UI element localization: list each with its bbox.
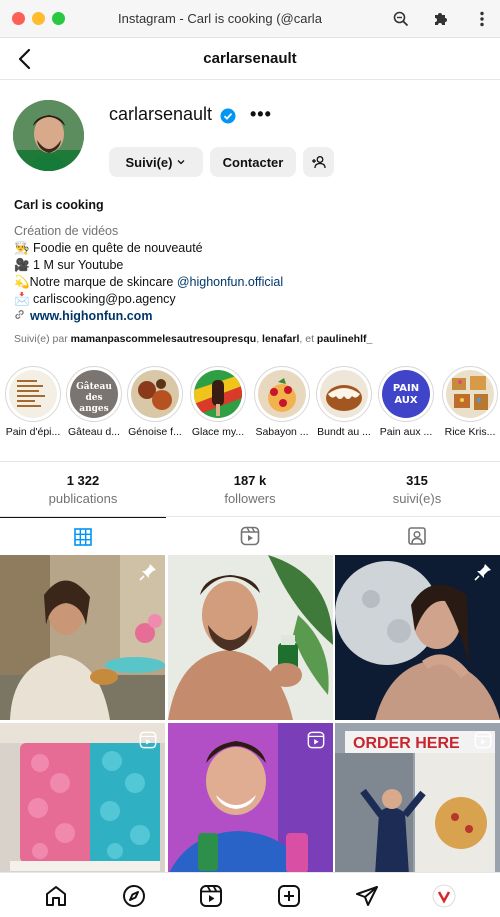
add-user-icon	[311, 156, 326, 169]
stat-value: 1 322	[66, 473, 100, 488]
post-thumbnail[interactable]: ORDER HERE	[335, 723, 500, 888]
highlight-label: Génoise f...	[128, 426, 182, 438]
extensions-icon[interactable]	[430, 9, 450, 29]
header-username: carlarsenault	[203, 50, 297, 67]
highlight-cover	[9, 370, 57, 418]
highlight-label: Bundt au ...	[317, 426, 371, 438]
profile-header: carlarsenault	[0, 38, 500, 80]
profile-category: Création de vidéos	[14, 224, 119, 238]
highlight-item[interactable]: Pain d'épi...	[4, 366, 62, 438]
highlight-item[interactable]: Sabayon ...	[253, 366, 311, 438]
bio-line: 📩 carliscooking@po.agency	[14, 292, 176, 306]
post-thumbnail[interactable]	[168, 555, 333, 720]
bio-line: 🎥 1 M sur Youtube	[14, 258, 124, 272]
follower-name[interactable]: paulinehlf_	[317, 333, 372, 345]
following-count[interactable]: 315 suivi(e)s	[334, 473, 500, 506]
post-thumbnail[interactable]	[0, 723, 165, 888]
reel-icon	[474, 731, 492, 749]
direct-icon[interactable]	[355, 884, 379, 908]
stat-label: publications	[48, 491, 118, 506]
bio-line-text: 💫Notre marque de skincare	[14, 275, 177, 289]
tab-posts[interactable]	[0, 517, 166, 555]
highlight-cover	[446, 370, 494, 418]
highlight-item[interactable]: Bundt au ...	[315, 366, 373, 438]
highlight-label: Pain d'épi...	[5, 426, 61, 438]
explore-icon[interactable]	[122, 884, 146, 908]
followed-by-prefix: Suivi(e) par	[14, 333, 71, 345]
highlight-item[interactable]: Rice Kris...	[441, 366, 499, 438]
reels-icon[interactable]	[199, 884, 223, 908]
highlight-label: Sabayon ...	[255, 426, 309, 438]
profile-display-name: Carl is cooking	[14, 198, 104, 212]
maximize-window-button[interactable]	[52, 12, 65, 25]
followed-by[interactable]: Suivi(e) par mamanpascommelesautresoupre…	[14, 333, 372, 345]
highlight-item[interactable]: Glace my...	[189, 366, 247, 438]
highlight-cover: PAIN AUX	[382, 370, 430, 418]
kebab-menu-icon[interactable]	[472, 9, 492, 29]
profile-avatar[interactable]	[13, 100, 84, 171]
highlight-cover	[194, 370, 242, 418]
stat-value: 315	[406, 473, 428, 488]
verified-badge-icon	[220, 108, 236, 124]
link-icon	[15, 310, 24, 319]
contact-button[interactable]: Contacter	[210, 147, 296, 177]
bio-website[interactable]: www.highonfun.com	[14, 308, 283, 325]
bio-mention-link[interactable]: @highonfun.official	[177, 275, 283, 289]
profile-tabs	[0, 517, 500, 555]
window-title: Instagram - Carl is cooking (@carla	[118, 11, 322, 26]
highlight-cover	[131, 370, 179, 418]
follower-name[interactable]: lenafarl	[262, 333, 299, 345]
pinned-icon	[474, 564, 491, 581]
stat-label: followers	[224, 491, 276, 506]
tagged-icon	[408, 527, 426, 545]
stat-label: suivi(e)s	[392, 491, 442, 506]
post-thumbnail[interactable]	[168, 723, 333, 888]
followers-count[interactable]: 187 k followers	[167, 473, 333, 506]
profile-username: carlarsenault	[109, 104, 213, 124]
bottom-navigation	[0, 872, 500, 917]
follower-name[interactable]: mamanpascommelesautresoupresqu	[71, 333, 257, 345]
highlight-cover	[320, 370, 368, 418]
highlight-item[interactable]: Génoise f...	[126, 366, 184, 438]
window-titlebar: Instagram - Carl is cooking (@carla	[0, 0, 500, 38]
posts-grid-icon	[74, 527, 92, 546]
highlight-item[interactable]: PAIN AUX Pain aux ...	[377, 366, 435, 438]
highlight-cover	[258, 370, 306, 418]
highlight-label: Gâteau d...	[68, 426, 120, 438]
minimize-window-button[interactable]	[32, 12, 45, 25]
website-link[interactable]: www.highonfun.com	[30, 309, 152, 323]
posts-count[interactable]: 1 322 publications	[0, 473, 166, 506]
profile-bio: 👨‍🍳 Foodie en quête de nouveauté 🎥 1 M s…	[14, 240, 283, 325]
chevron-down-icon	[178, 160, 185, 165]
post-thumbnail[interactable]	[0, 555, 165, 720]
home-icon[interactable]	[44, 884, 68, 908]
reel-icon	[307, 731, 325, 749]
profile-avatar[interactable]	[432, 884, 456, 908]
highlight-item[interactable]: Gâteau des anges Gâteau d...	[65, 366, 123, 438]
suggested-users-button[interactable]	[303, 147, 334, 177]
highlight-label: Rice Kris...	[444, 426, 496, 438]
bio-line: 👨‍🍳 Foodie en quête de nouveauté	[14, 241, 203, 255]
highlight-cover: Gâteau des anges	[70, 370, 118, 418]
close-window-button[interactable]	[12, 12, 25, 25]
profile-stats: 1 322 publications 187 k followers 315 s…	[0, 461, 500, 517]
separator: , et	[299, 333, 317, 345]
bio-line: 💫Notre marque de skincare @highonfun.off…	[14, 274, 283, 291]
reels-icon	[240, 526, 260, 546]
tab-reels[interactable]	[167, 517, 333, 555]
create-icon[interactable]	[277, 884, 301, 908]
order-here-sign: ORDER HERE	[353, 735, 460, 752]
following-button[interactable]: Suivi(e)	[109, 147, 203, 177]
more-options-icon[interactable]: •••	[250, 104, 272, 124]
pinned-icon	[139, 564, 156, 581]
following-button-label: Suivi(e)	[125, 154, 173, 170]
zoom-icon[interactable]	[391, 9, 411, 29]
post-thumbnail[interactable]	[335, 555, 500, 720]
reel-icon	[139, 731, 157, 749]
highlight-label: Glace my...	[191, 426, 245, 438]
tab-tagged[interactable]	[334, 517, 500, 555]
stat-value: 187 k	[233, 473, 267, 488]
highlight-label: Pain aux ...	[379, 426, 433, 438]
